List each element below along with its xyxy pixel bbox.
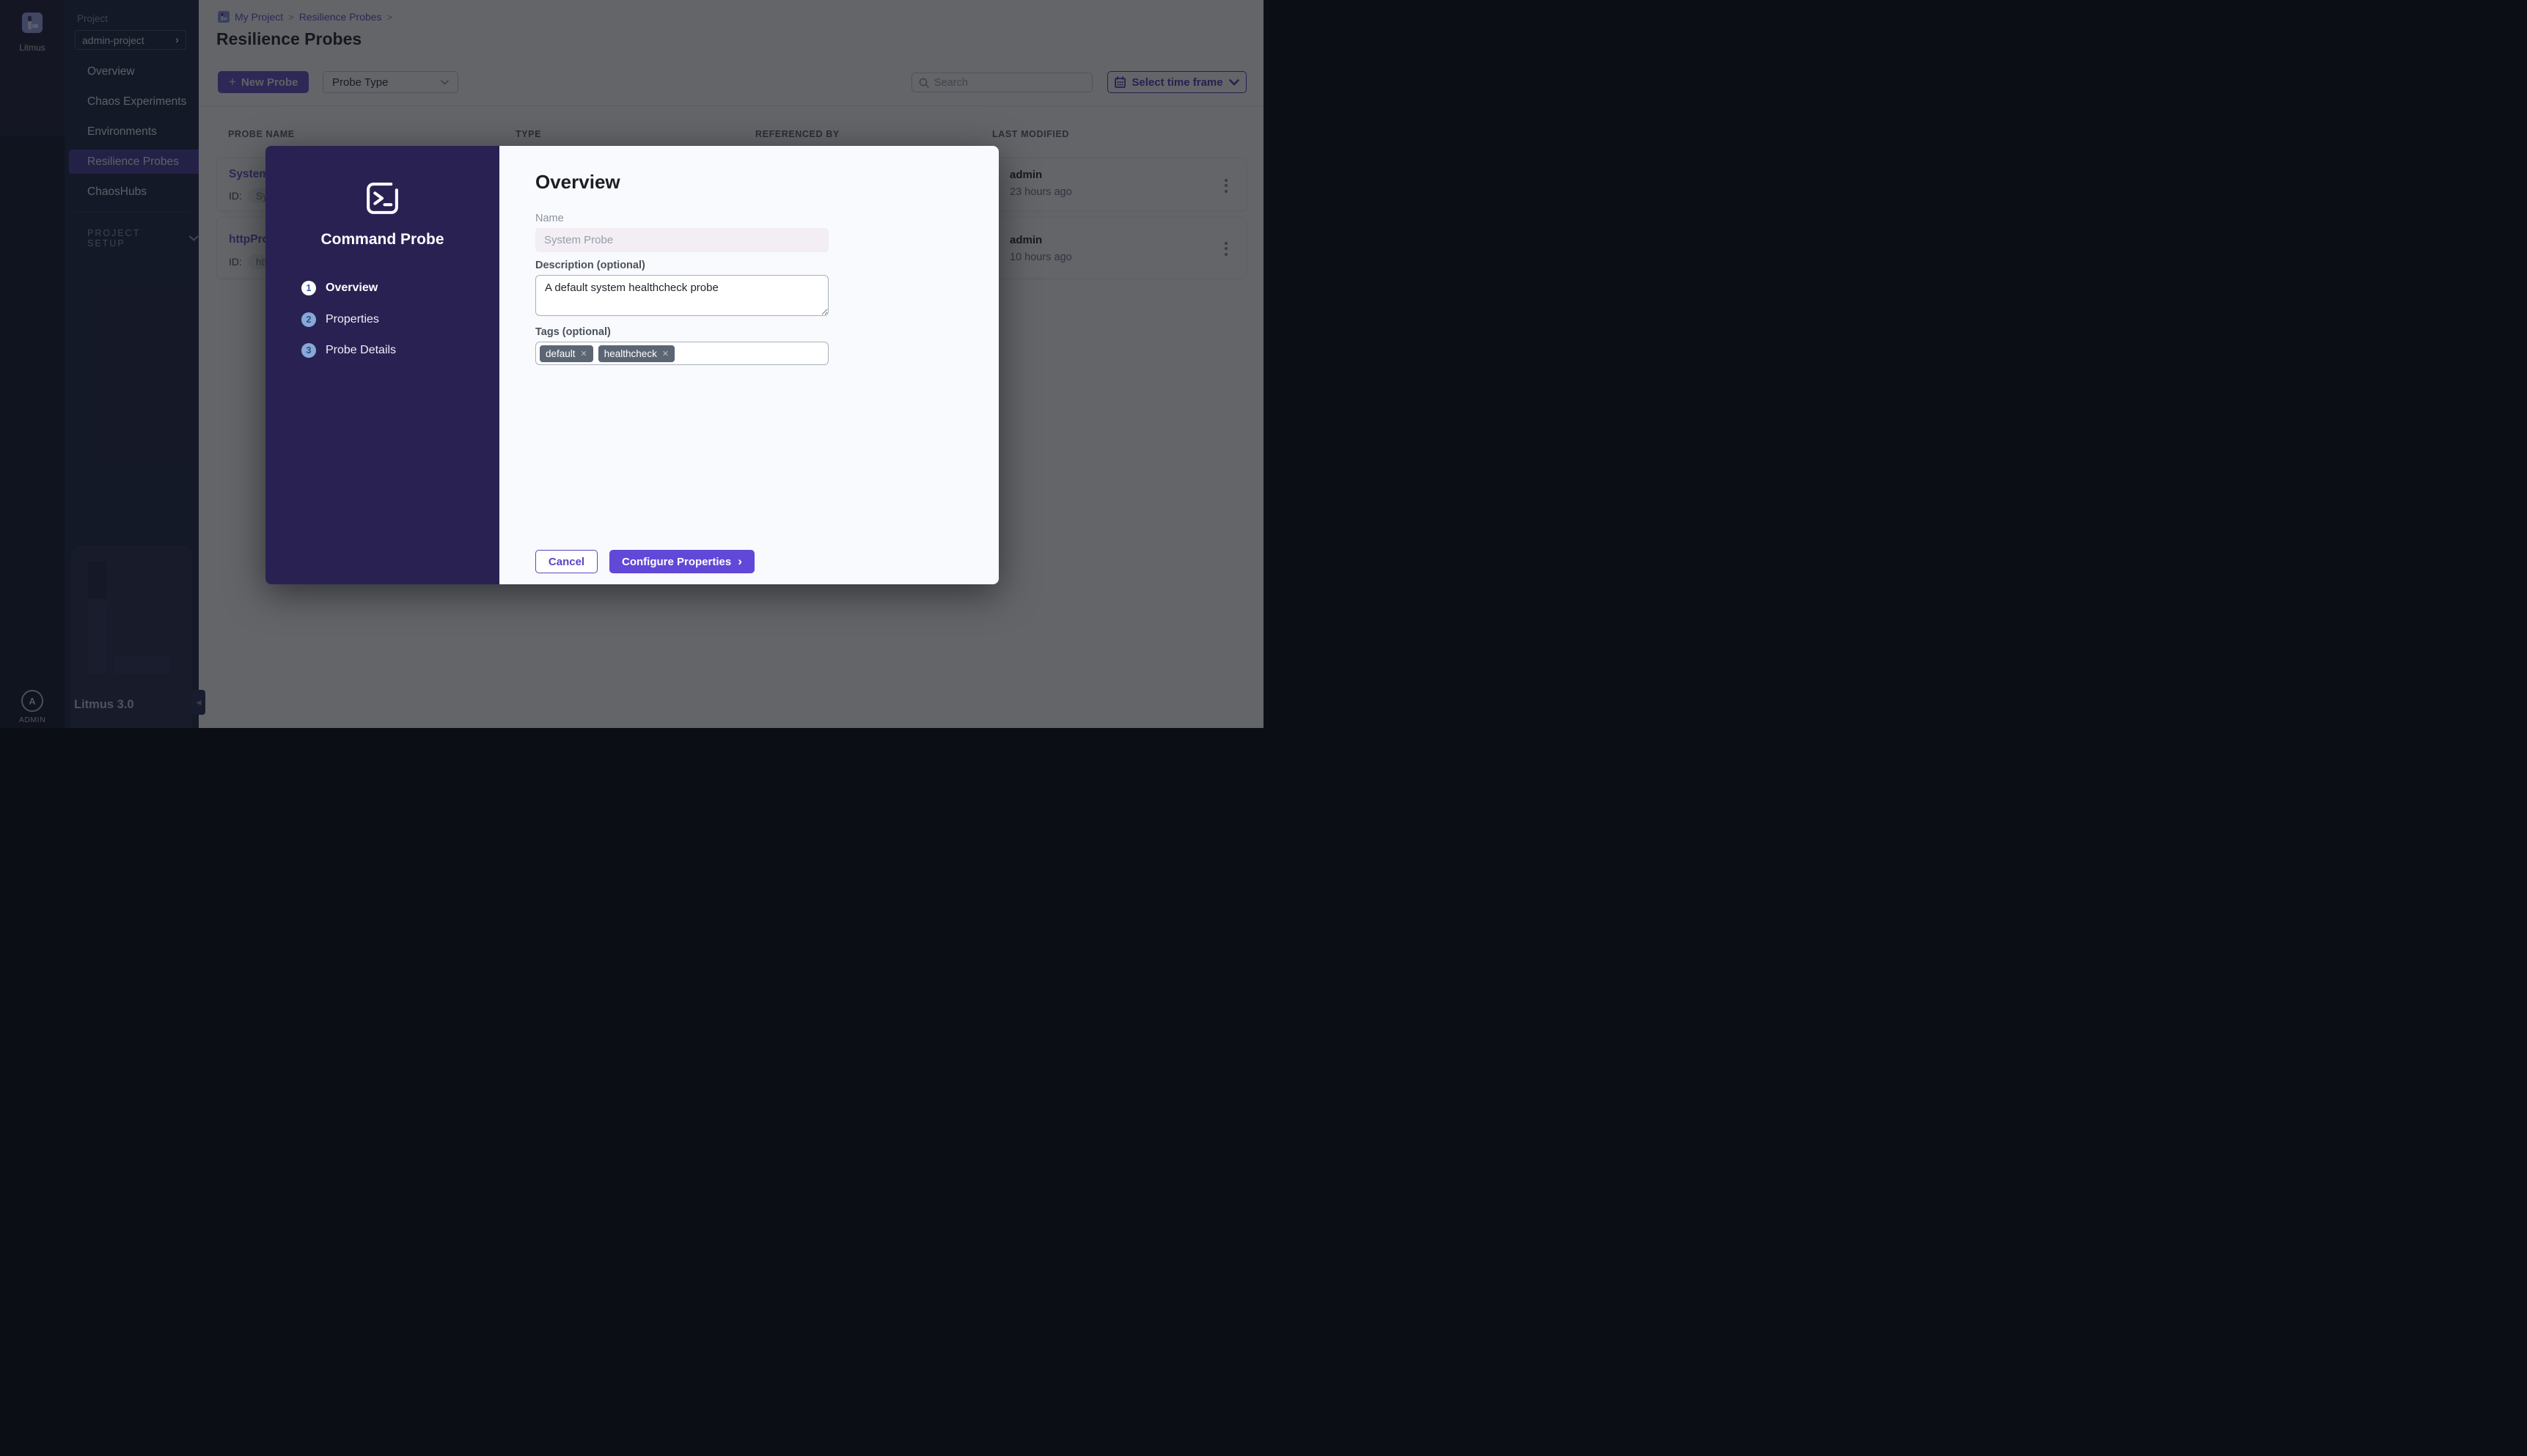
wizard-stepper-panel: Command Probe 1 Overview 2 Properties 3 … (265, 146, 499, 584)
chevron-right-icon: › (738, 554, 742, 568)
configure-properties-button[interactable]: Configure Properties › (609, 550, 755, 573)
form-title: Overview (535, 171, 620, 193)
tag-chip: default ✕ (540, 345, 593, 362)
close-icon[interactable]: ✕ (581, 349, 587, 359)
wizard-form-panel: Overview Name Description (optional) A d… (499, 146, 999, 584)
description-textarea[interactable]: A default system healthcheck probe (535, 275, 829, 316)
cancel-button[interactable]: Cancel (535, 550, 598, 573)
tag-chip: healthcheck ✕ (598, 345, 675, 362)
probe-type-title: Command Probe (320, 231, 444, 248)
name-label: Name (535, 213, 564, 224)
tags-input[interactable]: default ✕ healthcheck ✕ (535, 342, 829, 365)
close-icon[interactable]: ✕ (662, 349, 669, 359)
probe-wizard-modal: Command Probe 1 Overview 2 Properties 3 … (265, 146, 999, 584)
wizard-step-properties[interactable]: 2 Properties (301, 312, 379, 327)
step-number: 2 (301, 312, 316, 327)
tags-label: Tags (optional) (535, 326, 611, 338)
step-number: 1 (301, 281, 316, 295)
name-input[interactable] (535, 228, 829, 252)
description-label: Description (optional) (535, 260, 645, 271)
step-number: 3 (301, 343, 316, 358)
terminal-icon (363, 179, 402, 221)
wizard-step-overview[interactable]: 1 Overview (301, 281, 378, 295)
wizard-step-probe-details[interactable]: 3 Probe Details (301, 343, 396, 358)
